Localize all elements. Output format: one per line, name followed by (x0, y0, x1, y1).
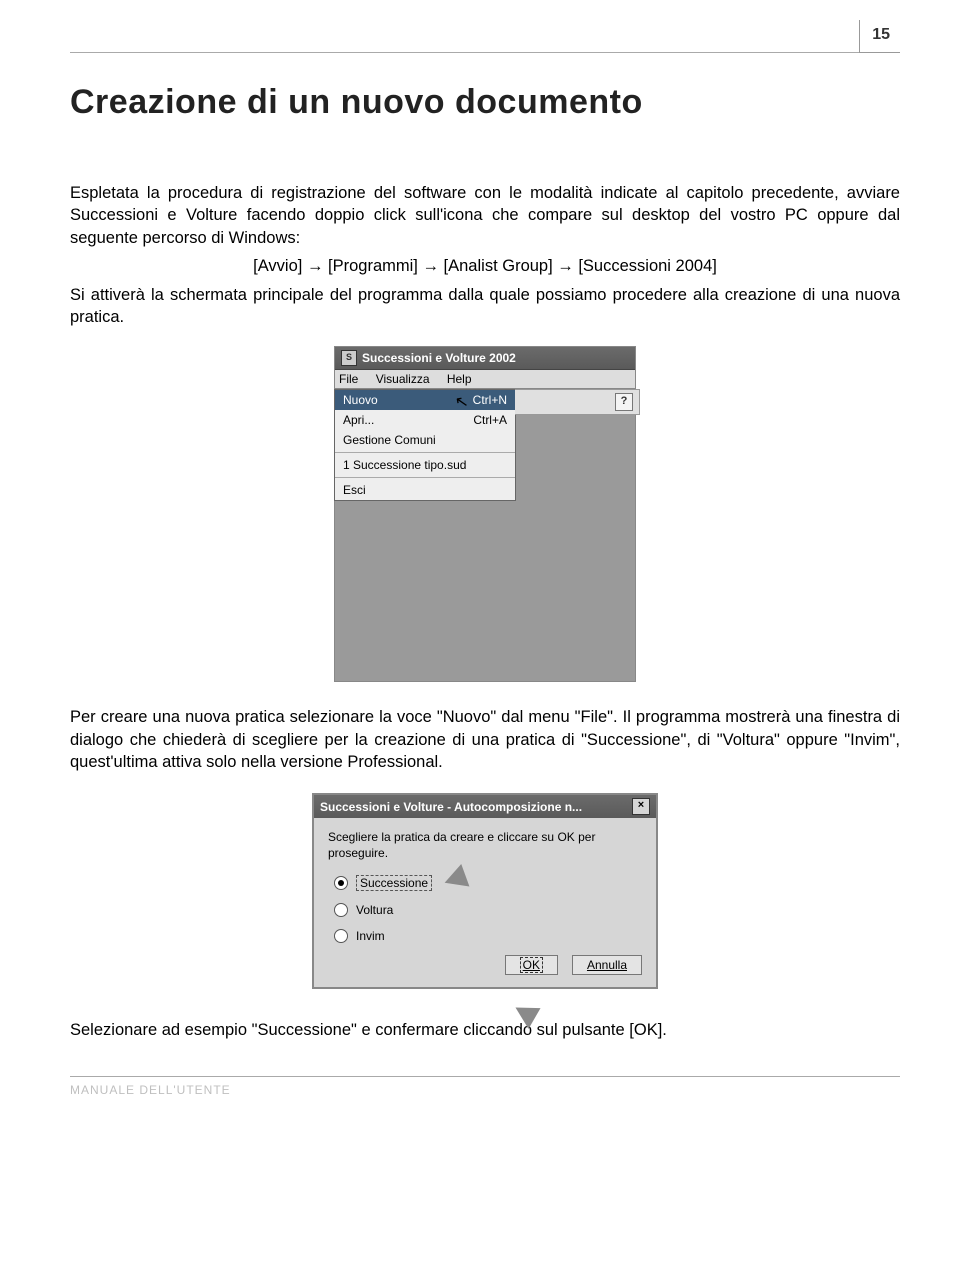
top-rule (70, 52, 900, 53)
close-icon[interactable]: × (632, 798, 650, 815)
menu-item-label: Gestione Comuni (343, 433, 436, 447)
menu-item-shortcut: Ctrl+N (473, 393, 507, 407)
radio-icon (334, 903, 348, 917)
dialog-title: Successioni e Volture - Autocomposizione… (320, 800, 582, 814)
radio-icon (334, 876, 348, 890)
menu-item-esci[interactable]: Esci (335, 480, 515, 500)
radio-successione[interactable]: Successione (334, 875, 642, 891)
navigation-path: [Avvio] → [Programmi] → [Analist Group] … (70, 257, 900, 276)
radio-invim[interactable]: Invim (334, 929, 642, 943)
menu-item-label: Nuovo (343, 393, 378, 407)
screenshot-app-window: S Successioni e Volture 2002 File Visual… (334, 346, 636, 682)
menu-item-shortcut: Ctrl+A (473, 413, 507, 427)
radio-label: Voltura (356, 903, 393, 917)
dialog-titlebar: Successioni e Volture - Autocomposizione… (314, 795, 656, 818)
app-client-area (335, 501, 635, 681)
menu-item-nuovo[interactable]: Nuovo Ctrl+N ↖ (335, 390, 515, 410)
radio-label: Successione (356, 875, 432, 891)
menubar: File Visualizza Help (335, 370, 635, 389)
app-icon: S (341, 350, 357, 366)
radio-voltura[interactable]: Voltura (334, 903, 642, 917)
menu-item-label: Esci (343, 483, 366, 497)
page-number: 15 (859, 20, 900, 53)
paragraph-3: Per creare una nuova pratica selezionare… (70, 706, 900, 773)
menu-item-gestione-comuni[interactable]: Gestione Comuni (335, 430, 515, 450)
dialog-body: Scegliere la pratica da creare e cliccar… (314, 818, 656, 987)
screenshot-dialog: Successioni e Volture - Autocomposizione… (312, 793, 658, 989)
annulla-button[interactable]: Annulla (572, 955, 642, 975)
radio-icon (334, 929, 348, 943)
menu-dropdown-wrap: Nuovo Ctrl+N ↖ Apri... Ctrl+A Gestione C… (335, 389, 635, 501)
radio-label: Invim (356, 929, 385, 943)
toolbar: ? (515, 389, 640, 415)
menu-item-label: Apri... (343, 413, 374, 427)
cursor-icon: ↖ (453, 391, 470, 413)
footer-rule (70, 1076, 900, 1077)
footer-text: MANUALE DELL'UTENTE (70, 1083, 900, 1097)
paragraph-2: Si attiverà la schermata principale del … (70, 284, 900, 329)
file-menu-dropdown: Nuovo Ctrl+N ↖ Apri... Ctrl+A Gestione C… (334, 389, 516, 501)
menu-visualizza[interactable]: Visualizza (376, 372, 430, 386)
window-titlebar: S Successioni e Volture 2002 (335, 347, 635, 370)
menu-file[interactable]: File (339, 372, 358, 386)
paragraph-1: Espletata la procedura di registrazione … (70, 182, 900, 249)
menu-help[interactable]: Help (447, 372, 472, 386)
help-icon[interactable]: ? (615, 393, 633, 411)
menu-item-label: 1 Successione tipo.sud (343, 458, 466, 472)
arrow-icon (441, 864, 470, 894)
section-title: Creazione di un nuovo documento (70, 83, 900, 122)
dialog-buttons: OK Annulla (328, 955, 642, 975)
menu-separator (335, 452, 515, 453)
paragraph-4: Selezionare ad esempio "Successione" e c… (70, 1019, 900, 1041)
menu-item-apri[interactable]: Apri... Ctrl+A (335, 410, 515, 430)
dialog-instruction: Scegliere la pratica da creare e cliccar… (328, 830, 642, 861)
menu-item-recent[interactable]: 1 Successione tipo.sud (335, 455, 515, 475)
window-title: Successioni e Volture 2002 (362, 351, 516, 365)
menu-separator (335, 477, 515, 478)
ok-button[interactable]: OK (505, 955, 558, 975)
